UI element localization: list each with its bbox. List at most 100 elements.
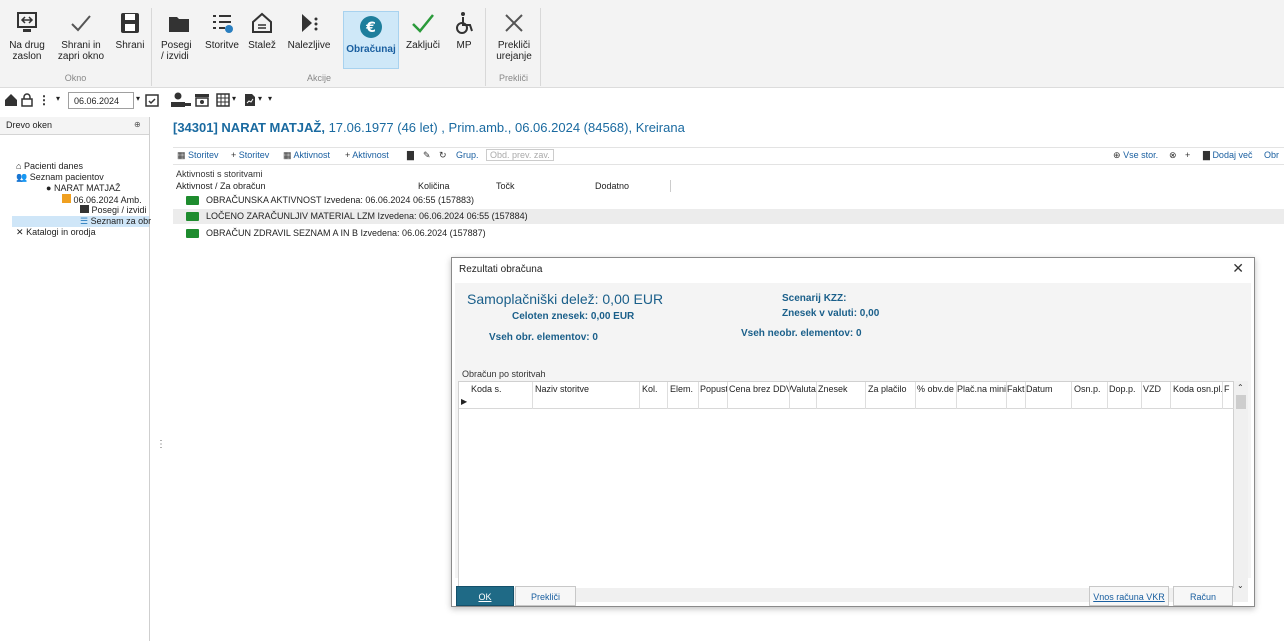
window-tree-header: Drevo oken ⊕ — [0, 117, 149, 135]
date-dropdown-icon[interactable]: ▾ — [136, 94, 140, 103]
racun-button[interactable]: Račun — [1173, 586, 1233, 606]
col-plac-mini[interactable]: Plač.na mini — [957, 384, 1006, 394]
obracun-grid[interactable]: Koda s. Naziv storitve Kol. Elem. Popust… — [458, 381, 1235, 602]
col-naziv[interactable]: Naziv storitve — [535, 384, 589, 394]
group-caption-akcije: Akcije — [306, 73, 331, 83]
preklici-button[interactable]: Prekliči — [515, 586, 576, 606]
tree-item-label: NARAT MATJAŽ — [53, 183, 121, 193]
tree-item-visit[interactable]: 06.06.2024 Amb. — [62, 194, 142, 205]
dialog-title: Rezultati obračuna — [459, 264, 543, 275]
table-dropdown-icon[interactable]: ▾ — [232, 94, 236, 103]
ribbon: Na drug zaslon Shrani in zapri okno Shra… — [0, 0, 1284, 88]
storitve-button[interactable]: Storitve — [203, 8, 241, 51]
zakljuci-button[interactable]: Zaključi — [403, 8, 443, 51]
na-drug-zaslon-button[interactable]: Na drug zaslon — [6, 8, 48, 62]
col-aktivnost[interactable]: Aktivnost / Za obračun — [176, 181, 266, 191]
col-kolicina[interactable]: Količina — [418, 181, 450, 191]
calendar-icon[interactable] — [145, 93, 159, 107]
shrani-button[interactable]: Shrani — [112, 8, 148, 51]
splitter-grip-icon: ⋮ — [156, 439, 166, 450]
col-valuta[interactable]: Valuta — [791, 384, 816, 394]
col-obv-de[interactable]: % obv.de — [917, 384, 954, 394]
vnos-racuna-vkr-button[interactable]: Vnos računa VKR — [1089, 586, 1169, 606]
home-icon[interactable] — [4, 93, 18, 107]
dodaj-vec-button[interactable]: ▇ Dodaj več — [1203, 150, 1252, 161]
obr-button[interactable]: Obr — [1264, 150, 1279, 160]
plus-icon[interactable]: + — [1185, 150, 1190, 160]
col-koda[interactable]: Koda s. — [471, 384, 502, 394]
refresh-icon[interactable]: ↻ — [439, 150, 447, 161]
tree-item-katalogi[interactable]: ✕ Katalogi in orodja — [16, 227, 96, 238]
col-vzd[interactable]: VZD — [1143, 384, 1161, 394]
tree-item-posegi-izvidi[interactable]: Posegi / izvidi — [80, 205, 147, 215]
obracunaj-button[interactable]: € Obračunaj — [343, 11, 399, 69]
tree-item-pacienti-danes[interactable]: ⌂ Pacienti danes — [16, 161, 83, 171]
date-field[interactable]: 06.06.2024 — [68, 92, 134, 109]
col-za-placilo[interactable]: Za plačilo — [868, 384, 907, 394]
col-osn-p[interactable]: Osn.p. — [1074, 384, 1101, 394]
aktivnost-add-button[interactable]: + Aktivnost — [345, 150, 389, 160]
grup-button[interactable]: Grup. — [456, 150, 479, 160]
folder-icon — [169, 17, 189, 32]
posegi-izvidi-button[interactable]: Posegi / izvidi — [161, 8, 197, 62]
col-dodatno[interactable]: Dodatno — [595, 181, 629, 191]
pencil-icon[interactable]: ✎ — [423, 150, 431, 161]
vertical-scrollbar[interactable]: ⌃ ⌄ — [1234, 381, 1248, 602]
storitev-button-1[interactable]: ▦ Storitev — [177, 150, 219, 161]
obracun-grid-header: Koda s. Naziv storitve Kol. Elem. Popust… — [459, 382, 1235, 409]
scroll-up-icon[interactable]: ⌃ — [1237, 383, 1244, 392]
nalezljive-button[interactable]: Nalezljive — [285, 8, 333, 51]
document-chart-icon[interactable] — [243, 93, 257, 107]
col-divider — [816, 382, 817, 409]
user-icon: ● — [46, 183, 52, 193]
col-elem[interactable]: Elem. — [670, 384, 693, 394]
storitev-add-button[interactable]: + Storitev — [231, 150, 269, 160]
trash-icon[interactable]: ▇ — [407, 150, 414, 161]
preklici-urejanje-label: Prekliči urejanje — [496, 40, 532, 62]
aktivnost-button-1[interactable]: ▦ Aktivnost — [283, 150, 330, 161]
col-fakt[interactable]: Fakt — [1007, 384, 1025, 394]
panel-splitter[interactable]: ⋮ — [151, 117, 166, 641]
tree-item-seznam-pacientov[interactable]: 👥 Seznam pacientov — [16, 172, 104, 183]
obd-prev-zav-button[interactable]: Obd. prev. zav. — [486, 149, 554, 161]
col-tock[interactable]: Točk — [496, 181, 515, 191]
shrani-in-zapri-button[interactable]: Shrani in zapri okno — [56, 8, 106, 62]
register-icon[interactable] — [194, 93, 210, 107]
tree-item-label: Katalogi in orodja — [26, 227, 96, 237]
col-cena[interactable]: Cena brez DDV — [729, 384, 792, 394]
col-f[interactable]: F — [1224, 384, 1230, 394]
activity-row[interactable]: LOČENO ZARAČUNLJIV MATERIAL LZM Izvedena… — [173, 209, 1284, 224]
activity-row[interactable]: OBRAČUN ZDRAVIL SEZNAM A IN B Izvedena: … — [173, 226, 1284, 241]
tree-item-seznam-za-obr[interactable]: ☰ Seznam za obr — [12, 216, 151, 227]
scroll-thumb[interactable] — [1236, 395, 1246, 409]
col-datum[interactable]: Datum — [1026, 384, 1053, 394]
activities-section-title: Aktivnosti s storitvami — [176, 169, 263, 179]
vse-stor-button[interactable]: ⊕ Vse stor. — [1113, 150, 1158, 161]
preklici-urejanje-button[interactable]: Prekliči urejanje — [493, 8, 535, 62]
scroll-down-icon[interactable]: ⌄ — [1237, 581, 1244, 590]
col-dop-p[interactable]: Dop.p. — [1109, 384, 1136, 394]
table-icon[interactable] — [216, 93, 230, 107]
group-caption-okno: Okno — [64, 73, 87, 83]
ribbon-group-okno: Na drug zaslon Shrani in zapri okno Shra… — [0, 8, 152, 86]
qat-customize-icon[interactable]: ▾ — [268, 94, 272, 103]
close-icon[interactable]: ✕ — [1232, 260, 1244, 277]
document-dropdown-icon[interactable]: ▾ — [258, 94, 262, 103]
folder-icon — [186, 229, 199, 238]
lock-building-icon[interactable] — [20, 93, 34, 107]
mp-button[interactable]: MP — [449, 8, 479, 51]
col-koda-osn-pl[interactable]: Koda osn.pl. — [1173, 384, 1223, 394]
activity-row[interactable]: OBRAČUNSKA AKTIVNOST Izvedena: 06.06.202… — [173, 193, 1284, 208]
pin-icon[interactable]: ⊕ — [134, 120, 141, 129]
col-znesek[interactable]: Znesek — [818, 384, 848, 394]
chevron-down-icon[interactable]: ▾ — [56, 94, 60, 103]
user-icon[interactable] — [170, 92, 192, 108]
patient-id-name: [34301] NARAT MATJAŽ, — [173, 120, 325, 135]
stalez-button[interactable]: Stalež — [245, 8, 279, 51]
remove-circle-icon[interactable]: ⊗ — [1169, 150, 1177, 161]
tree-item-patient[interactable]: ● NARAT MATJAŽ — [46, 183, 120, 193]
ok-button[interactable]: OK — [456, 586, 514, 606]
more-vertical-icon[interactable]: ⋮ — [38, 93, 50, 107]
col-popust[interactable]: Popust — [700, 384, 728, 394]
col-kol[interactable]: Kol. — [642, 384, 658, 394]
